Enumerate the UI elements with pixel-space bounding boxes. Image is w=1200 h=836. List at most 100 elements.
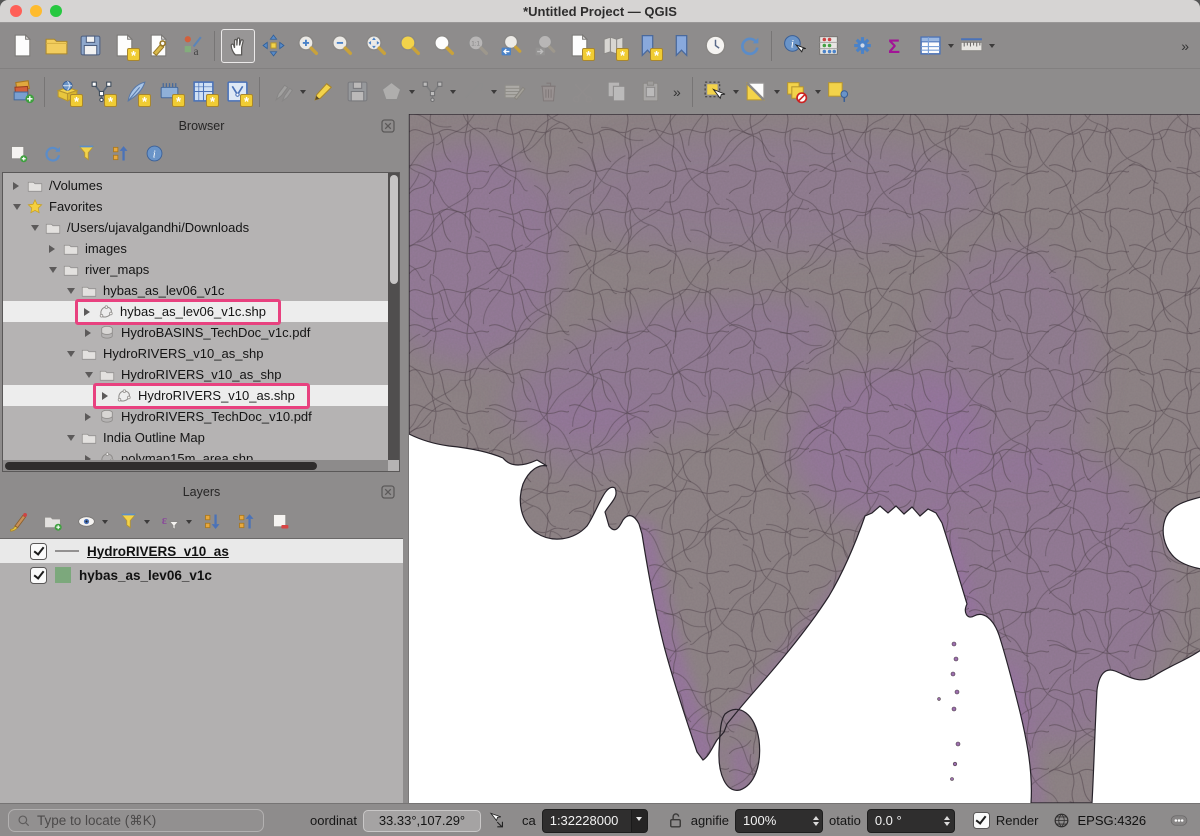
browser-item-hydrorivers-v10-as-shp[interactable]: HydroRIVERS_v10_as.shp — [3, 385, 388, 406]
style-manager-button[interactable]: a — [176, 30, 208, 62]
zoom-native-button[interactable]: 1:1 — [461, 30, 493, 62]
locator-search[interactable]: Type to locate (⌘K) — [8, 809, 264, 832]
manage-map-themes-dropdown-icon[interactable] — [102, 520, 108, 527]
current-edits-button[interactable] — [266, 76, 298, 108]
browser-item-hybas-as-lev06-v1c-shp[interactable]: hybas_as_lev06_v1c.shp — [3, 301, 388, 322]
select-features-by-value-button[interactable] — [740, 76, 772, 108]
coordinate-input[interactable]: 33.33°,107.29° — [363, 810, 481, 832]
select-by-location-button[interactable] — [822, 76, 854, 108]
manage-map-themes-button[interactable] — [73, 508, 99, 534]
zoom-next-button[interactable] — [529, 30, 561, 62]
zoom-out-button[interactable] — [325, 30, 357, 62]
save-layer-edits-button[interactable] — [341, 76, 373, 108]
open-project-button[interactable] — [40, 30, 72, 62]
show-layout-manager-button[interactable] — [142, 30, 174, 62]
rotation-spinbox[interactable]: 0.0 ° — [867, 809, 955, 833]
maximize-window-button[interactable] — [50, 5, 62, 17]
refresh-map-button[interactable] — [733, 30, 765, 62]
toolbar-overflow-icon[interactable]: » — [1181, 38, 1189, 54]
open-attribute-table-button[interactable] — [914, 30, 946, 62]
chevron-right-icon[interactable] — [49, 245, 59, 253]
select-features-by-value-dropdown-icon[interactable] — [774, 90, 780, 97]
magnifier-down-icon[interactable] — [813, 822, 819, 829]
save-project-button[interactable] — [74, 30, 106, 62]
render-checkbox[interactable] — [973, 812, 990, 829]
browser-item--volumes[interactable]: /Volumes — [3, 175, 388, 196]
browser-item--users-ujavalgandhi-downloads[interactable]: /Users/ujavalgandhi/Downloads — [3, 217, 388, 238]
new-gpx-layer-button[interactable]: * — [153, 76, 185, 108]
new-virtual-layer-button[interactable]: * — [187, 76, 219, 108]
browser-item-images[interactable]: images — [3, 238, 388, 259]
browser-item-hydrorivers-techdoc-v10-pdf[interactable]: HydroRIVERS_TechDoc_v10.pdf — [3, 406, 388, 427]
delete-selected-button[interactable] — [532, 76, 564, 108]
open-attribute-table-dropdown-icon[interactable] — [948, 44, 954, 51]
chevron-down-icon[interactable] — [67, 435, 75, 445]
magnifier-spinbox[interactable]: 100% — [735, 809, 823, 833]
select-features-button[interactable] — [699, 76, 731, 108]
layer-visibility-checkbox[interactable] — [30, 567, 47, 584]
pan-map-button[interactable] — [221, 29, 255, 63]
chevron-right-icon[interactable] — [84, 308, 94, 316]
toggle-editing-button[interactable] — [307, 76, 339, 108]
open-layer-styling-button[interactable] — [5, 508, 31, 534]
run-feature-action-button[interactable] — [812, 30, 844, 62]
browser-horizontal-scrollbar[interactable] — [3, 460, 388, 471]
edit-overflow-icon[interactable]: » — [673, 84, 681, 100]
statistical-summary-button[interactable]: Σ — [880, 30, 912, 62]
chevron-down-icon[interactable] — [31, 225, 39, 235]
modify-attributes-button[interactable] — [498, 76, 530, 108]
collapse-all-layers-button[interactable] — [233, 508, 259, 534]
rotation-up-icon[interactable] — [944, 813, 950, 820]
chevron-down-icon[interactable] — [13, 204, 21, 214]
temporal-controller-button[interactable] — [699, 30, 731, 62]
expand-all-button[interactable] — [199, 508, 225, 534]
copy-features-button[interactable] — [600, 76, 632, 108]
map-canvas[interactable] — [409, 114, 1200, 803]
options-button[interactable] — [846, 30, 878, 62]
browser-item-india-outline-map[interactable]: India Outline Map — [3, 427, 388, 448]
current-edits-dropdown-icon[interactable] — [300, 90, 306, 97]
close-browser-panel-icon[interactable] — [381, 119, 395, 133]
lock-scale-icon[interactable] — [666, 811, 685, 830]
scale-combobox[interactable]: 1:32228000 — [542, 809, 648, 833]
toggle-extents-icon[interactable] — [487, 811, 506, 830]
close-layers-panel-icon[interactable] — [381, 485, 395, 499]
add-polygon-feature-button[interactable] — [375, 76, 407, 108]
crs-globe-icon[interactable] — [1052, 811, 1071, 830]
new-map-view-button[interactable]: * — [563, 30, 595, 62]
chevron-right-icon[interactable] — [85, 413, 95, 421]
filter-by-expression-button[interactable]: ε — [157, 508, 183, 534]
zoom-to-selection-button[interactable] — [393, 30, 425, 62]
show-spatial-bookmarks-button[interactable] — [665, 30, 697, 62]
layer-item-hydrorivers_v10_as[interactable]: HydroRIVERS_v10_as — [0, 539, 403, 563]
chevron-down-icon[interactable] — [49, 267, 57, 277]
new-geopackage-layer-button[interactable]: * — [51, 76, 83, 108]
chevron-down-icon[interactable] — [67, 288, 75, 298]
filter-browser-button[interactable] — [73, 140, 99, 166]
browser-item-river-maps[interactable]: river_maps — [3, 259, 388, 280]
new-print-layout-button[interactable]: * — [108, 30, 140, 62]
browser-item-hydrobasins-techdoc-v1c-pdf[interactable]: HydroBASINS_TechDoc_v1c.pdf — [3, 322, 388, 343]
chevron-right-icon[interactable] — [85, 329, 95, 337]
new-temporary-scratch-layer-button[interactable]: * — [221, 76, 253, 108]
paste-features-button[interactable] — [634, 76, 666, 108]
magnifier-up-icon[interactable] — [813, 813, 819, 820]
browser-vertical-scrollbar[interactable] — [388, 173, 399, 460]
zoom-last-button[interactable] — [495, 30, 527, 62]
measure-line-button[interactable] — [955, 30, 987, 62]
add-group-button[interactable] — [39, 508, 65, 534]
layer-visibility-checkbox[interactable] — [30, 543, 47, 560]
browser-item-favorites[interactable]: Favorites — [3, 196, 388, 217]
filter-by-expression-dropdown-icon[interactable] — [186, 520, 192, 527]
deselect-features-button[interactable] — [781, 76, 813, 108]
layer-item-hybas_as_lev06_v1c[interactable]: hybas_as_lev06_v1c — [0, 563, 403, 587]
close-window-button[interactable] — [10, 5, 22, 17]
enable-properties-widget-button[interactable]: i — [141, 140, 167, 166]
add-polygon-feature-dropdown-icon[interactable] — [409, 90, 415, 97]
select-features-dropdown-icon[interactable] — [733, 90, 739, 97]
split-features-button[interactable] — [457, 76, 489, 108]
chevron-down-icon[interactable] — [85, 372, 93, 382]
rotation-down-icon[interactable] — [944, 822, 950, 829]
cut-features-button[interactable] — [566, 76, 598, 108]
new-spatial-bookmark-button[interactable]: * — [631, 30, 663, 62]
